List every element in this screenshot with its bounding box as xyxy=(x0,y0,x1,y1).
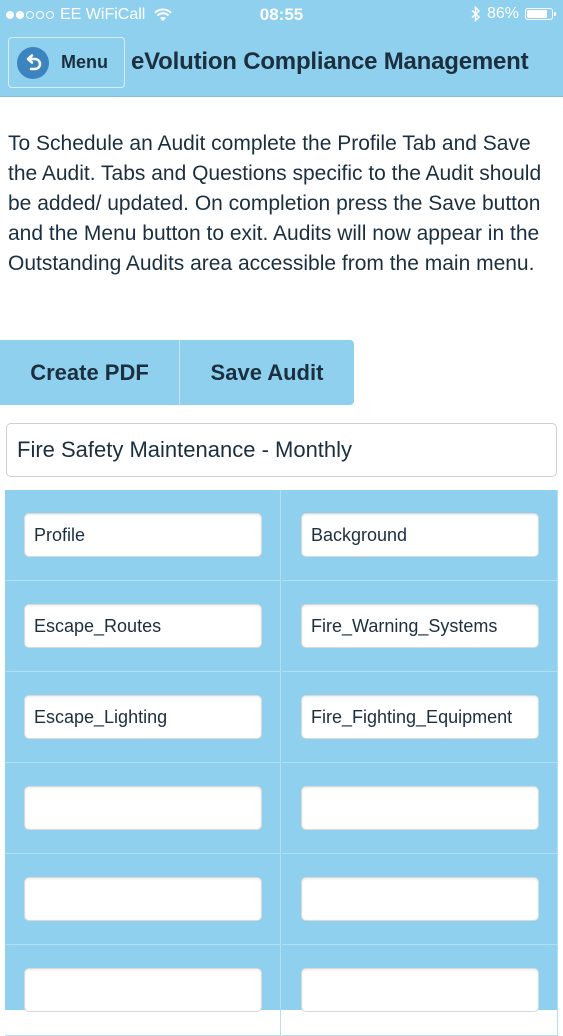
tab-name-field[interactable]: Escape_Routes xyxy=(24,604,262,648)
tab-cell: Fire_Warning_Systems xyxy=(282,581,558,672)
menu-button-label: Menu xyxy=(61,52,108,72)
tab-cell xyxy=(282,854,558,945)
tab-cell: Escape_Lighting xyxy=(5,672,281,763)
navigation-bar: Menu eVolution Compliance Management xyxy=(0,31,563,97)
tab-cell: Profile xyxy=(5,490,281,581)
tab-cell xyxy=(282,763,558,854)
audit-name-field[interactable]: Fire Safety Maintenance - Monthly xyxy=(6,423,557,477)
tab-cell xyxy=(5,945,281,1036)
page-title: eVolution Compliance Management xyxy=(131,48,529,75)
create-pdf-button[interactable]: Create PDF xyxy=(0,340,180,405)
save-audit-button[interactable]: Save Audit xyxy=(180,340,354,405)
battery-percentage: 86% xyxy=(486,5,519,22)
tab-name-field[interactable]: Fire_Fighting_Equipment xyxy=(301,695,539,739)
tab-grid: Profile Background Escape_Routes Fire_Warni… xyxy=(5,490,558,1036)
tab-cell xyxy=(5,763,281,854)
tab-name-field[interactable]: Background xyxy=(301,513,539,557)
back-arrow-icon xyxy=(17,46,49,79)
battery-icon xyxy=(525,8,556,20)
tab-name-field[interactable]: Profile xyxy=(24,513,262,557)
tab-name-field[interactable]: Fire_Warning_Systems xyxy=(301,604,539,648)
tab-name-field[interactable] xyxy=(24,968,262,1012)
status-bar: EE WiFiCall 08:55 86% xyxy=(0,0,563,31)
bluetooth-icon xyxy=(471,6,481,22)
tab-name-field[interactable] xyxy=(24,786,262,830)
tab-cell: Fire_Fighting_Equipment xyxy=(282,672,558,763)
menu-button[interactable]: Menu xyxy=(8,37,125,88)
tab-cell: Escape_Routes xyxy=(5,581,281,672)
instructions-text: To Schedule an Audit complete the Profil… xyxy=(8,132,542,275)
tab-name-field[interactable]: Escape_Lighting xyxy=(24,695,262,739)
tab-name-field[interactable] xyxy=(301,786,539,830)
tab-name-field[interactable] xyxy=(301,877,539,921)
battery-fill xyxy=(527,10,547,18)
status-bar-right: 86% xyxy=(471,5,556,23)
tab-cell xyxy=(5,854,281,945)
tab-name-field[interactable] xyxy=(24,877,262,921)
tab-name-field[interactable] xyxy=(301,968,539,1012)
action-bar: Create PDF Save Audit xyxy=(0,340,354,405)
tab-cell xyxy=(282,945,558,1036)
tab-cell: Background xyxy=(282,490,558,581)
